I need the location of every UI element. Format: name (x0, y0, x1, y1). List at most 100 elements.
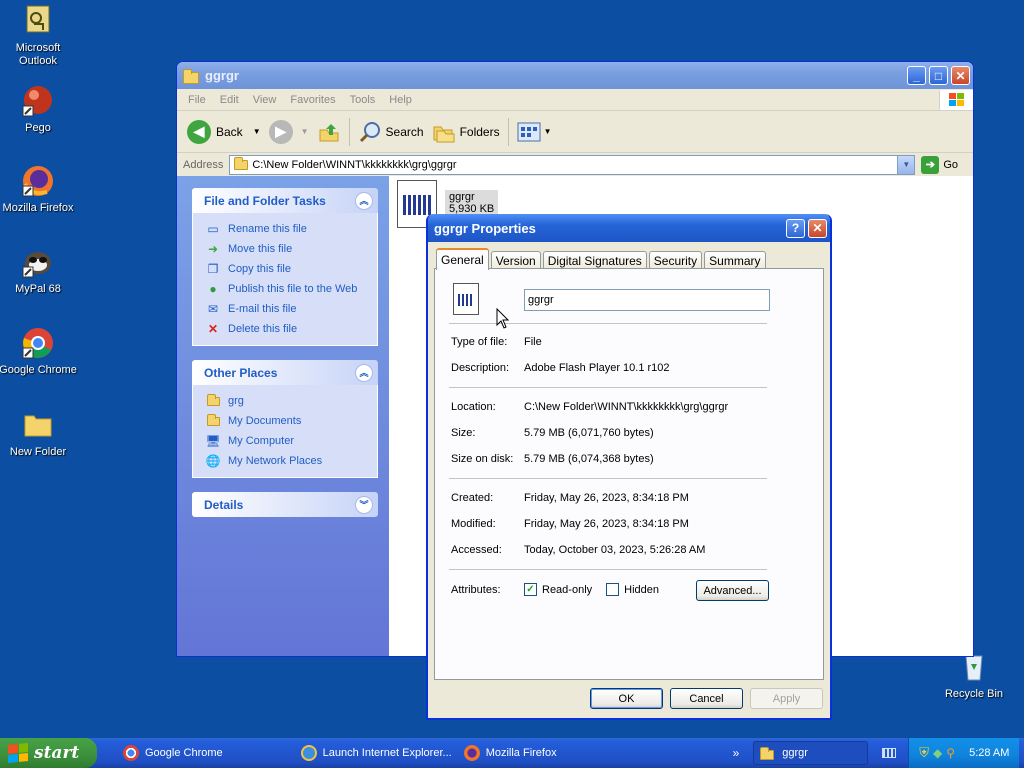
internet-explorer-icon (300, 745, 317, 761)
folders-button[interactable]: Folders (428, 116, 504, 148)
close-button[interactable]: ✕ (951, 66, 970, 85)
explorer-title-bar[interactable]: ggrgr _ □ ✕ (177, 62, 973, 89)
move-icon: ➜ (207, 242, 219, 256)
email-file-link[interactable]: ✉ E-mail this file (205, 299, 377, 319)
help-button[interactable]: ? (786, 218, 805, 238)
search-icon[interactable]: ⚲ (946, 746, 955, 760)
chevron-down-icon[interactable]: ▼ (544, 127, 552, 136)
minimize-button[interactable]: _ (907, 66, 926, 85)
windows-flag-icon (8, 742, 28, 764)
move-file-link[interactable]: ➜ Move this file (205, 239, 377, 259)
security-shield-icon[interactable]: ⛨ (919, 745, 929, 761)
ok-button[interactable]: OK (590, 688, 663, 709)
place-grg-link[interactable]: grg (205, 391, 377, 411)
properties-dialog[interactable]: ggrgr Properties ? ✕ General Version Dig… (426, 214, 832, 720)
publish-web-link[interactable]: ● Publish this file to the Web (205, 279, 377, 299)
advanced-button[interactable]: Advanced... (696, 580, 769, 601)
desktop-icon-label: Pego (25, 122, 51, 134)
file-name-input[interactable]: ggrgr (524, 289, 770, 311)
type-row: Type of file: File (451, 336, 542, 348)
dialog-title-bar[interactable]: ggrgr Properties ? ✕ (428, 214, 830, 242)
taskbar-overflow-button[interactable]: » (733, 746, 740, 760)
cancel-button[interactable]: Cancel (670, 688, 743, 709)
chrome-icon (123, 745, 139, 761)
menu-bar: File Edit View Favorites Tools Help (177, 89, 973, 111)
address-input[interactable]: C:\New Folder\WINNT\kkkkkkkk\grg\ggrgr ▼ (229, 154, 916, 175)
documents-icon (205, 413, 221, 429)
menu-view[interactable]: View (246, 94, 284, 106)
file-folder-tasks-header[interactable]: File and Folder Tasks ︽ (192, 188, 378, 213)
folder-icon (205, 393, 221, 409)
checkbox-box (606, 583, 620, 596)
folder-icon (183, 68, 199, 84)
desktop-icon-label: Mozilla Firefox (2, 202, 74, 214)
desktop-icon-label: Recycle Bin (944, 688, 1004, 700)
desktop-icon-firefox[interactable]: Mozilla Firefox (0, 164, 78, 215)
keyboard-icon[interactable] (882, 748, 897, 758)
taskbar-item-firefox[interactable]: Mozilla Firefox (458, 741, 563, 765)
search-icon (359, 121, 380, 142)
start-button[interactable]: start (0, 738, 97, 768)
dialog-title: ggrgr Properties (434, 220, 536, 236)
menu-tools[interactable]: Tools (343, 94, 383, 106)
taskbar-item-chrome[interactable]: Google Chrome (117, 741, 229, 765)
delete-icon: ✕ (207, 322, 219, 336)
copy-file-link[interactable]: ❐ Copy this file (205, 259, 377, 279)
menu-favorites[interactable]: Favorites (283, 94, 342, 106)
standard-toolbar: ◀ Back ▼ ▶ ▼ Search Folders ▼ (177, 111, 973, 153)
general-tab-panel: ggrgr Type of file: File Description: Adob… (434, 268, 824, 680)
menu-help[interactable]: Help (382, 94, 419, 106)
desktop-icon-pego[interactable]: Pego (0, 84, 78, 135)
taskbar-item-ggrgr[interactable]: ggrgr (753, 741, 869, 765)
go-button[interactable]: ➔ Go (921, 155, 958, 174)
place-network-link[interactable]: 🌐 My Network Places (205, 451, 377, 471)
chevron-down-icon[interactable]: ▼ (253, 127, 261, 136)
maximize-button[interactable]: □ (929, 66, 948, 85)
desktop-icon-label: Microsoft (15, 42, 61, 54)
rename-icon: ▭ (207, 222, 219, 236)
desktop-icon-recycle-bin[interactable]: Recycle Bin (934, 650, 1014, 701)
tab-general[interactable]: General (436, 248, 489, 270)
hidden-checkbox[interactable]: Hidden (606, 583, 659, 596)
desktop-icon-label: Google Chrome (0, 364, 77, 376)
taskbar-item-internet-explorer[interactable]: Launch Internet Explorer... (295, 741, 458, 765)
forward-button[interactable]: ▶ ▼ (265, 116, 313, 148)
folder-icon (21, 408, 55, 442)
up-folder-button[interactable] (313, 116, 345, 148)
desktop-icon-new-folder[interactable]: New Folder (0, 408, 78, 459)
menu-edit[interactable]: Edit (213, 94, 246, 106)
back-arrow-icon: ◀ (187, 119, 211, 144)
views-button[interactable]: ▼ (513, 116, 556, 148)
collapse-icon[interactable]: ︽ (355, 191, 373, 210)
place-my-computer-link[interactable]: 🖥 My Computer (205, 431, 377, 451)
network-status-icon[interactable]: ◆ (933, 746, 942, 760)
other-places-header[interactable]: Other Places ︽ (192, 360, 378, 385)
desktop-icon-label: MyPal 68 (15, 283, 61, 295)
collapse-icon[interactable]: ︽ (355, 363, 373, 382)
chrome-icon (21, 326, 55, 360)
desktop-icon-mypal[interactable]: MyPal 68 (0, 245, 78, 296)
dialog-close-button[interactable]: ✕ (808, 218, 827, 238)
desktop-icon-outlook[interactable]: Microsoft Outlook (0, 4, 78, 68)
details-panel: Details ︾ (192, 492, 378, 517)
desktop-icon-chrome[interactable]: Google Chrome (0, 326, 78, 377)
details-header[interactable]: Details ︾ (192, 492, 378, 517)
folders-label: Folders (459, 124, 500, 139)
search-button[interactable]: Search (354, 116, 428, 148)
menu-file[interactable]: File (181, 94, 213, 106)
chevron-down-icon[interactable]: ▼ (301, 127, 309, 136)
address-value: C:\New Folder\WINNT\kkkkkkkk\grg\ggrgr (252, 158, 457, 171)
firefox-icon (463, 745, 480, 761)
expand-icon[interactable]: ︾ (355, 495, 373, 514)
address-label: Address (183, 158, 224, 171)
delete-file-link[interactable]: ✕ Delete this file (205, 319, 377, 339)
size-row: Size: 5.79 MB (6,071,760 bytes) (451, 427, 654, 439)
place-my-documents-link[interactable]: My Documents (205, 411, 377, 431)
description-row: Description: Adobe Flash Player 10.1 r102 (451, 362, 670, 374)
back-button[interactable]: ◀ Back ▼ (183, 116, 265, 148)
rename-file-link[interactable]: ▭ Rename this file (205, 219, 377, 239)
apply-button[interactable]: Apply (750, 688, 823, 709)
address-dropdown-button[interactable]: ▼ (897, 155, 915, 174)
readonly-checkbox[interactable]: ✓ Read-only (524, 583, 592, 596)
desktop-icon-label: Outlook (19, 55, 57, 67)
